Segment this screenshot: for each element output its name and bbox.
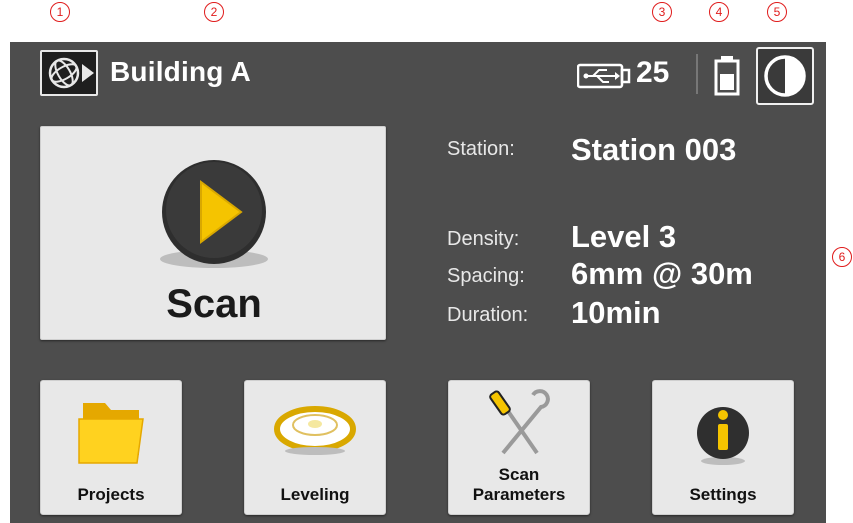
projects-label: Projects <box>77 485 145 504</box>
scan-label: Scan <box>166 282 262 326</box>
callout-2: 2 <box>204 2 224 22</box>
callout-4: 4 <box>709 2 729 22</box>
callout-3: 3 <box>652 2 672 22</box>
projects-button[interactable]: Projects <box>40 380 182 515</box>
callout-1: 1 <box>50 2 70 22</box>
battery-icon <box>714 56 740 96</box>
project-title: Building A <box>110 56 251 87</box>
usb-storage-count: 25 <box>636 56 670 89</box>
contrast-button[interactable] <box>756 47 814 105</box>
level-bubble-icon <box>274 406 356 455</box>
info-icon <box>697 407 749 465</box>
leveling-button[interactable]: Leveling <box>244 380 386 515</box>
header-divider <box>696 54 698 94</box>
callout-6: 6 <box>832 247 852 267</box>
top-bar: Building A 25 <box>10 42 826 106</box>
settings-button[interactable]: Settings <box>652 380 794 515</box>
density-value: Level 3 <box>571 219 677 254</box>
duration-label: Duration: <box>447 304 529 326</box>
folder-icon <box>78 403 144 464</box>
usb-icon <box>577 63 631 89</box>
scanner-screen: Building A 25 Scan Station: Station 003 … <box>10 42 826 523</box>
settings-label: Settings <box>689 485 757 504</box>
callout-5: 5 <box>767 2 787 22</box>
scan-parameters-label-line2: Parameters <box>472 485 566 504</box>
play-icon <box>160 160 268 268</box>
scan-parameters-label-line1: Scan <box>498 465 540 484</box>
tools-icon <box>489 389 550 455</box>
leveling-label: Leveling <box>280 485 350 504</box>
trimble-globe-logo-icon[interactable] <box>40 50 98 96</box>
density-label: Density: <box>447 228 520 250</box>
contrast-icon <box>764 55 806 97</box>
scan-parameters-button[interactable]: Scan Parameters <box>448 380 590 515</box>
spacing-label: Spacing: <box>447 265 525 287</box>
duration-value: 10min <box>571 295 661 330</box>
scan-button[interactable]: Scan <box>40 126 386 340</box>
station-row: Station: <box>447 138 515 161</box>
spacing-value: 6mm @ 30m <box>571 256 753 291</box>
station-value: Station 003 <box>571 132 737 167</box>
station-label: Station: <box>447 138 515 160</box>
